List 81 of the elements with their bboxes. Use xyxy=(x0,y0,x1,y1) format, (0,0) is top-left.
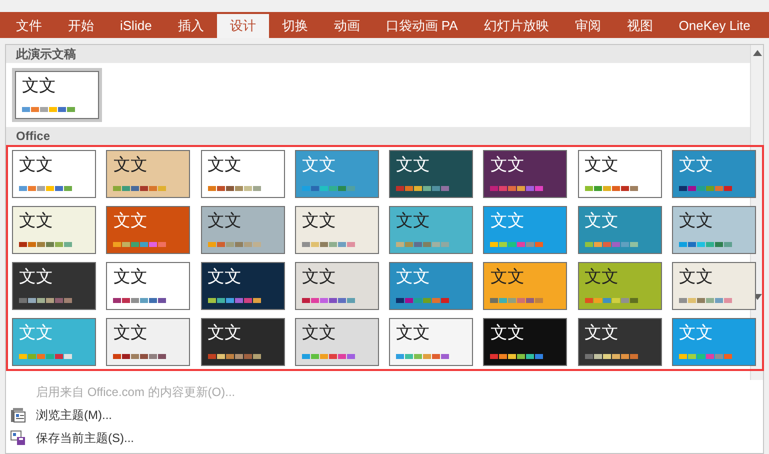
theme-thumbnail[interactable]: 文文 xyxy=(200,150,284,198)
theme-thumbnail[interactable]: 文文 xyxy=(389,206,473,254)
sample-text: 文文 xyxy=(396,210,431,232)
theme-thumbnail[interactable]: 文文 xyxy=(294,206,379,254)
sample-text: 文文 xyxy=(490,322,526,344)
theme-thumbnail[interactable]: 文文 xyxy=(12,150,96,198)
theme-thumbnail[interactable]: 文文 xyxy=(106,318,190,366)
sample-text: 文文 xyxy=(678,266,714,288)
theme-thumbnail[interactable]: 文文 xyxy=(294,318,379,366)
ribbon-tab[interactable]: iSlide xyxy=(107,14,165,38)
theme-thumbnail[interactable]: 文文 xyxy=(12,262,96,310)
sample-text: 文文 xyxy=(113,154,148,176)
theme-thumbnail[interactable]: 文文 xyxy=(106,262,190,310)
sample-text: 文文 xyxy=(584,266,620,288)
ribbon-tab[interactable]: 切换 xyxy=(268,14,321,38)
theme-thumbnail[interactable]: 文文 xyxy=(200,262,284,310)
sample-text: 文文 xyxy=(678,154,714,176)
folder-document-icon xyxy=(10,406,26,422)
theme-thumbnail[interactable]: 文文 xyxy=(106,150,190,198)
scroll-up-icon[interactable] xyxy=(752,50,762,56)
sample-text: 文文 xyxy=(19,322,54,344)
theme-thumbnail[interactable]: 文文 xyxy=(483,318,568,366)
theme-thumbnail[interactable]: 文文 xyxy=(578,150,662,198)
menu-item[interactable]: 保存当前主题(S)... xyxy=(36,428,134,446)
sample-text: 文文 xyxy=(208,266,242,288)
ribbon-tab[interactable]: 文件 xyxy=(3,14,55,38)
sample-text: 文文 xyxy=(396,154,431,176)
sample-text: 文文 xyxy=(302,210,337,232)
ribbon-tab[interactable]: 口袋动画 PA xyxy=(372,14,471,38)
sample-text: 文文 xyxy=(490,266,526,288)
theme-thumbnail[interactable]: 文文 xyxy=(483,262,568,310)
theme-thumbnail[interactable]: 文文 xyxy=(200,206,284,254)
sample-text: 文文 xyxy=(113,266,148,288)
sample-text: 文文 xyxy=(584,154,620,176)
theme-thumbnail[interactable]: 文文 xyxy=(672,206,756,254)
theme-thumbnail[interactable]: 文文 xyxy=(12,206,96,254)
sample-text: 文文 xyxy=(490,210,526,232)
theme-thumbnail[interactable]: 文文 xyxy=(389,150,473,198)
ribbon-tab[interactable]: 设计 xyxy=(216,14,269,38)
theme-thumbnail[interactable]: 文文 xyxy=(578,206,662,254)
theme-thumbnail[interactable]: 文文 xyxy=(294,262,379,310)
section-heading: 此演示文稿 xyxy=(16,46,76,63)
sample-text: 文文 xyxy=(396,266,431,288)
theme-thumbnail[interactable]: 文文 xyxy=(200,318,284,366)
sample-text: 文文 xyxy=(208,154,242,176)
ribbon-tab[interactable]: 视图 xyxy=(614,14,666,38)
ribbon-tab[interactable]: 幻灯片放映 xyxy=(470,14,562,38)
ribbon-tab[interactable]: OneKey Lite xyxy=(666,14,764,38)
theme-thumbnail[interactable]: 文文 xyxy=(389,262,473,310)
sample-text: 文文 xyxy=(584,210,620,232)
ribbon-tab[interactable]: 审阅 xyxy=(562,14,614,38)
sample-text: 文文 xyxy=(19,210,54,232)
menu-item[interactable]: 浏览主题(M)... xyxy=(36,406,112,424)
theme-thumbnail[interactable]: 文文 xyxy=(578,262,662,310)
sample-text: 文文 xyxy=(19,266,54,288)
sample-text: 文文 xyxy=(208,210,242,232)
save-theme-icon xyxy=(10,430,26,446)
theme-thumbnail[interactable]: 文文 xyxy=(106,206,190,254)
sample-text: 文文 xyxy=(113,322,148,344)
sample-text: 文文 xyxy=(113,210,148,232)
section-heading: Office xyxy=(16,128,50,145)
sample-text: 文文 xyxy=(678,210,714,232)
ribbon-tab[interactable]: 插入 xyxy=(164,14,217,38)
theme-thumbnail[interactable]: 文文 xyxy=(672,150,756,198)
theme-thumbnail[interactable]: 文文 xyxy=(389,318,473,366)
theme-thumbnail[interactable]: 文文 xyxy=(15,71,99,119)
sample-text: 文文 xyxy=(678,322,714,344)
theme-thumbnail[interactable]: 文文 xyxy=(483,150,568,198)
sample-text: 文文 xyxy=(22,75,57,97)
sample-text: 文文 xyxy=(302,154,337,176)
ribbon-tab[interactable]: 开始 xyxy=(55,14,107,38)
sample-text: 文文 xyxy=(490,154,526,176)
sample-text: 文文 xyxy=(584,322,620,344)
sample-text: 文文 xyxy=(302,322,337,344)
sample-text: 文文 xyxy=(19,154,54,176)
sample-text: 文文 xyxy=(208,322,242,344)
theme-thumbnail[interactable]: 文文 xyxy=(672,262,756,310)
sample-text: 文文 xyxy=(396,322,431,344)
sample-text: 文文 xyxy=(302,266,337,288)
theme-thumbnail[interactable]: 文文 xyxy=(578,318,662,366)
ribbon-tab[interactable]: 动画 xyxy=(320,14,373,38)
